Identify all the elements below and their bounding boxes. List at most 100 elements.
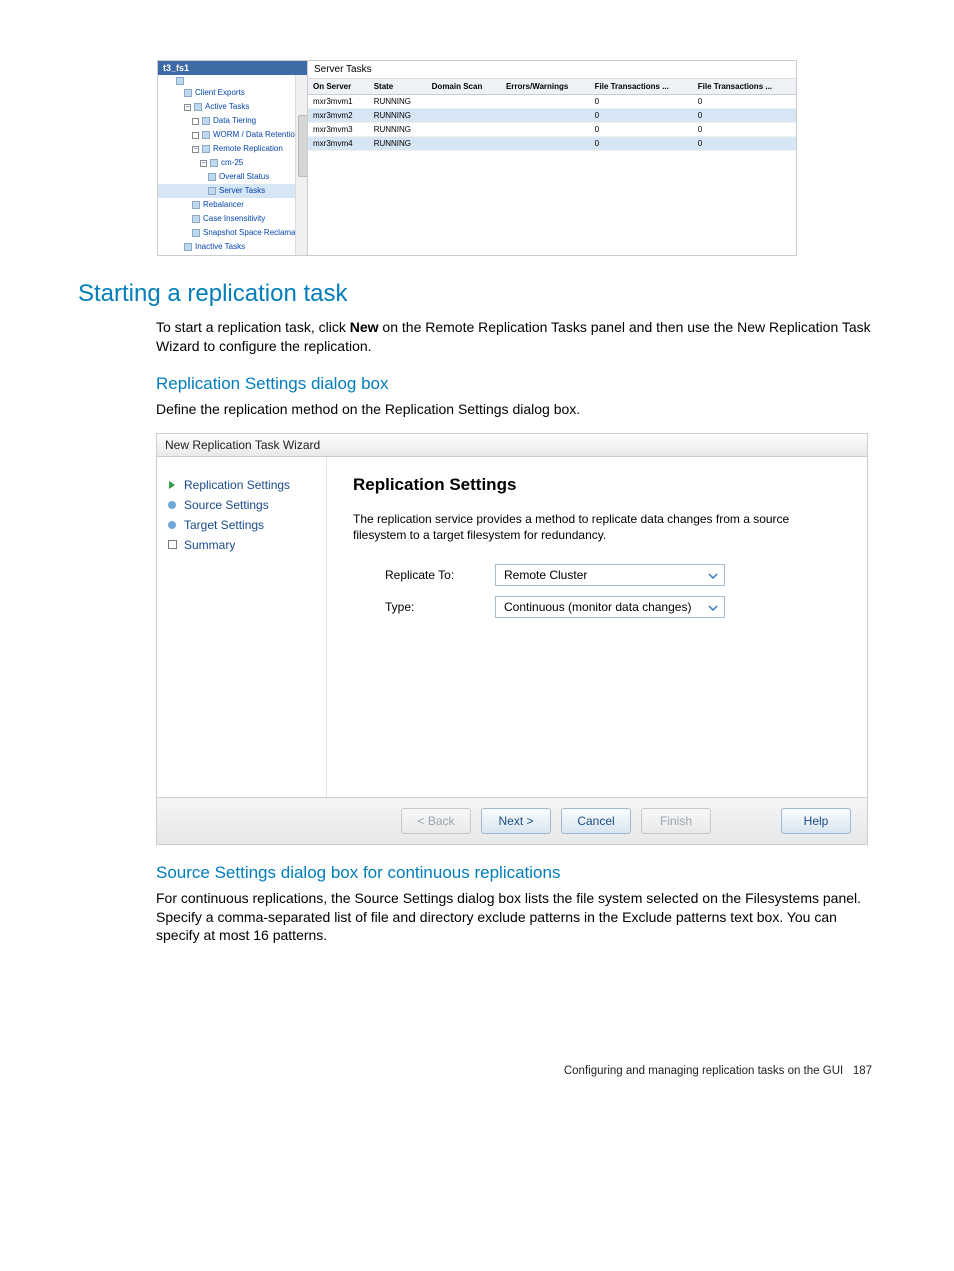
chevron-down-icon: [705, 600, 721, 616]
text: To start a replication task, click: [156, 319, 350, 335]
folder-icon: [202, 117, 210, 125]
folder-icon: [184, 89, 192, 97]
folder-icon: [202, 131, 210, 139]
expand-icon[interactable]: [192, 132, 199, 139]
tree-item[interactable]: Overall Status: [158, 170, 307, 184]
folder-icon: [184, 243, 192, 251]
tree-item[interactable]: WORM / Data Retention: [158, 128, 307, 142]
tree-item[interactable]: −cm-25: [158, 156, 307, 170]
folder-icon: [208, 187, 216, 195]
tree-item[interactable]: Case Insensitivity: [158, 212, 307, 226]
tree-item[interactable]: Data Tiering: [158, 114, 307, 128]
next-button[interactable]: Next >: [481, 808, 551, 834]
tree-item[interactable]: Inactive Tasks: [158, 240, 307, 254]
table-cell: RUNNING: [369, 109, 427, 123]
table-cell: RUNNING: [369, 95, 427, 109]
folder-icon: [210, 159, 218, 167]
folder-icon: [192, 229, 200, 237]
cancel-button[interactable]: Cancel: [561, 808, 631, 834]
tree-item-label: Client Exports: [195, 87, 245, 99]
tree-item[interactable]: Rebalancer: [158, 198, 307, 212]
expand-icon[interactable]: −: [192, 146, 199, 153]
table-row[interactable]: mxr3mvm1RUNNING00: [308, 95, 796, 109]
tree-item[interactable]: Scheduled Tasks: [158, 254, 307, 255]
type-select[interactable]: Continuous (monitor data changes): [495, 596, 725, 618]
tree-item[interactable]: − Remote Replication: [158, 142, 307, 156]
column-header[interactable]: On Server: [308, 79, 369, 95]
tree-item[interactable]: [158, 76, 307, 86]
table-row[interactable]: mxr3mvm3RUNNING00: [308, 123, 796, 137]
arrow-icon: [167, 480, 177, 490]
tree-item[interactable]: Client Exports: [158, 86, 307, 100]
help-button[interactable]: Help: [781, 808, 851, 834]
back-button: < Back: [401, 808, 471, 834]
wizard-step[interactable]: Source Settings: [167, 495, 316, 515]
type-label: Type:: [385, 600, 495, 614]
table-row[interactable]: mxr3mvm4RUNNING00: [308, 137, 796, 151]
table-cell: 0: [693, 137, 796, 151]
table-cell: mxr3mvm1: [308, 95, 369, 109]
column-header[interactable]: File Transactions ...: [590, 79, 693, 95]
table-cell: 0: [693, 95, 796, 109]
tree-item[interactable]: − Active Tasks: [158, 100, 307, 114]
wizard-step-label: Summary: [184, 538, 235, 552]
table-cell: 0: [693, 123, 796, 137]
tree-item-label: Server Tasks: [219, 185, 265, 197]
wizard-step[interactable]: Target Settings: [167, 515, 316, 535]
bold-text: New: [350, 319, 379, 335]
table-cell: [427, 137, 501, 151]
tree-item-label: Remote Replication: [213, 143, 283, 155]
table-cell: [427, 95, 501, 109]
tree-item-label: Rebalancer: [203, 199, 244, 211]
finish-button: Finish: [641, 808, 711, 834]
column-header[interactable]: File Transactions ...: [693, 79, 796, 95]
table-cell: [427, 109, 501, 123]
table-cell: RUNNING: [369, 137, 427, 151]
page-footer: Configuring and managing replication tas…: [78, 1065, 876, 1077]
tree-header: t3_fs1: [158, 61, 307, 75]
wizard-title: New Replication Task Wizard: [157, 434, 867, 457]
panel-description: The replication service provides a metho…: [353, 511, 841, 545]
subsection-paragraph: Define the replication method on the Rep…: [156, 400, 876, 419]
table-title: Server Tasks: [308, 61, 796, 79]
wizard-step[interactable]: Replication Settings: [167, 475, 316, 495]
column-header[interactable]: Errors/Warnings: [501, 79, 590, 95]
expand-icon[interactable]: [192, 118, 199, 125]
scrollbar[interactable]: [295, 75, 307, 255]
navigation-tree: t3_fs1 Client Exports−Active TasksData T…: [158, 61, 308, 255]
tree-item-label: Active Tasks: [205, 101, 249, 113]
subsection-heading: Replication Settings dialog box: [156, 374, 876, 394]
tree-item-label: Inactive Tasks: [195, 241, 245, 253]
expand-icon[interactable]: −: [184, 104, 191, 111]
subsection-heading: Source Settings dialog box for continuou…: [156, 863, 876, 883]
footer-text: Configuring and managing replication tas…: [564, 1065, 843, 1077]
tree-item[interactable]: Server Tasks: [158, 184, 307, 198]
column-header[interactable]: State: [369, 79, 427, 95]
wizard-main-panel: Replication Settings The replication ser…: [327, 457, 867, 797]
table-cell: [427, 123, 501, 137]
wizard-step[interactable]: Summary: [167, 535, 316, 555]
expand-icon[interactable]: −: [200, 160, 207, 167]
folder-icon: [202, 145, 210, 153]
table-row[interactable]: mxr3mvm2RUNNING00: [308, 109, 796, 123]
table-cell: mxr3mvm3: [308, 123, 369, 137]
dot-icon: [167, 500, 177, 510]
tree-item-label: WORM / Data Retention: [213, 129, 299, 141]
replicate-to-label: Replicate To:: [385, 568, 495, 582]
table-cell: [501, 95, 590, 109]
replicate-to-select[interactable]: Remote Cluster: [495, 564, 725, 586]
folder-icon: [176, 77, 184, 85]
subsection-paragraph: For continuous replications, the Source …: [156, 889, 876, 946]
chevron-down-icon: [705, 568, 721, 584]
table-cell: [501, 123, 590, 137]
tree-item-label: Snapshot Space Reclamation: [203, 227, 307, 239]
select-value: Continuous (monitor data changes): [504, 600, 691, 614]
tree-item[interactable]: Snapshot Space Reclamation: [158, 226, 307, 240]
folder-icon: [208, 173, 216, 181]
table-cell: 0: [590, 109, 693, 123]
tree-item-label: Data Tiering: [213, 115, 256, 127]
table-cell: [501, 137, 590, 151]
folder-icon: [192, 215, 200, 223]
server-tasks-screenshot: t3_fs1 Client Exports−Active TasksData T…: [157, 60, 797, 256]
column-header[interactable]: Domain Scan: [427, 79, 501, 95]
